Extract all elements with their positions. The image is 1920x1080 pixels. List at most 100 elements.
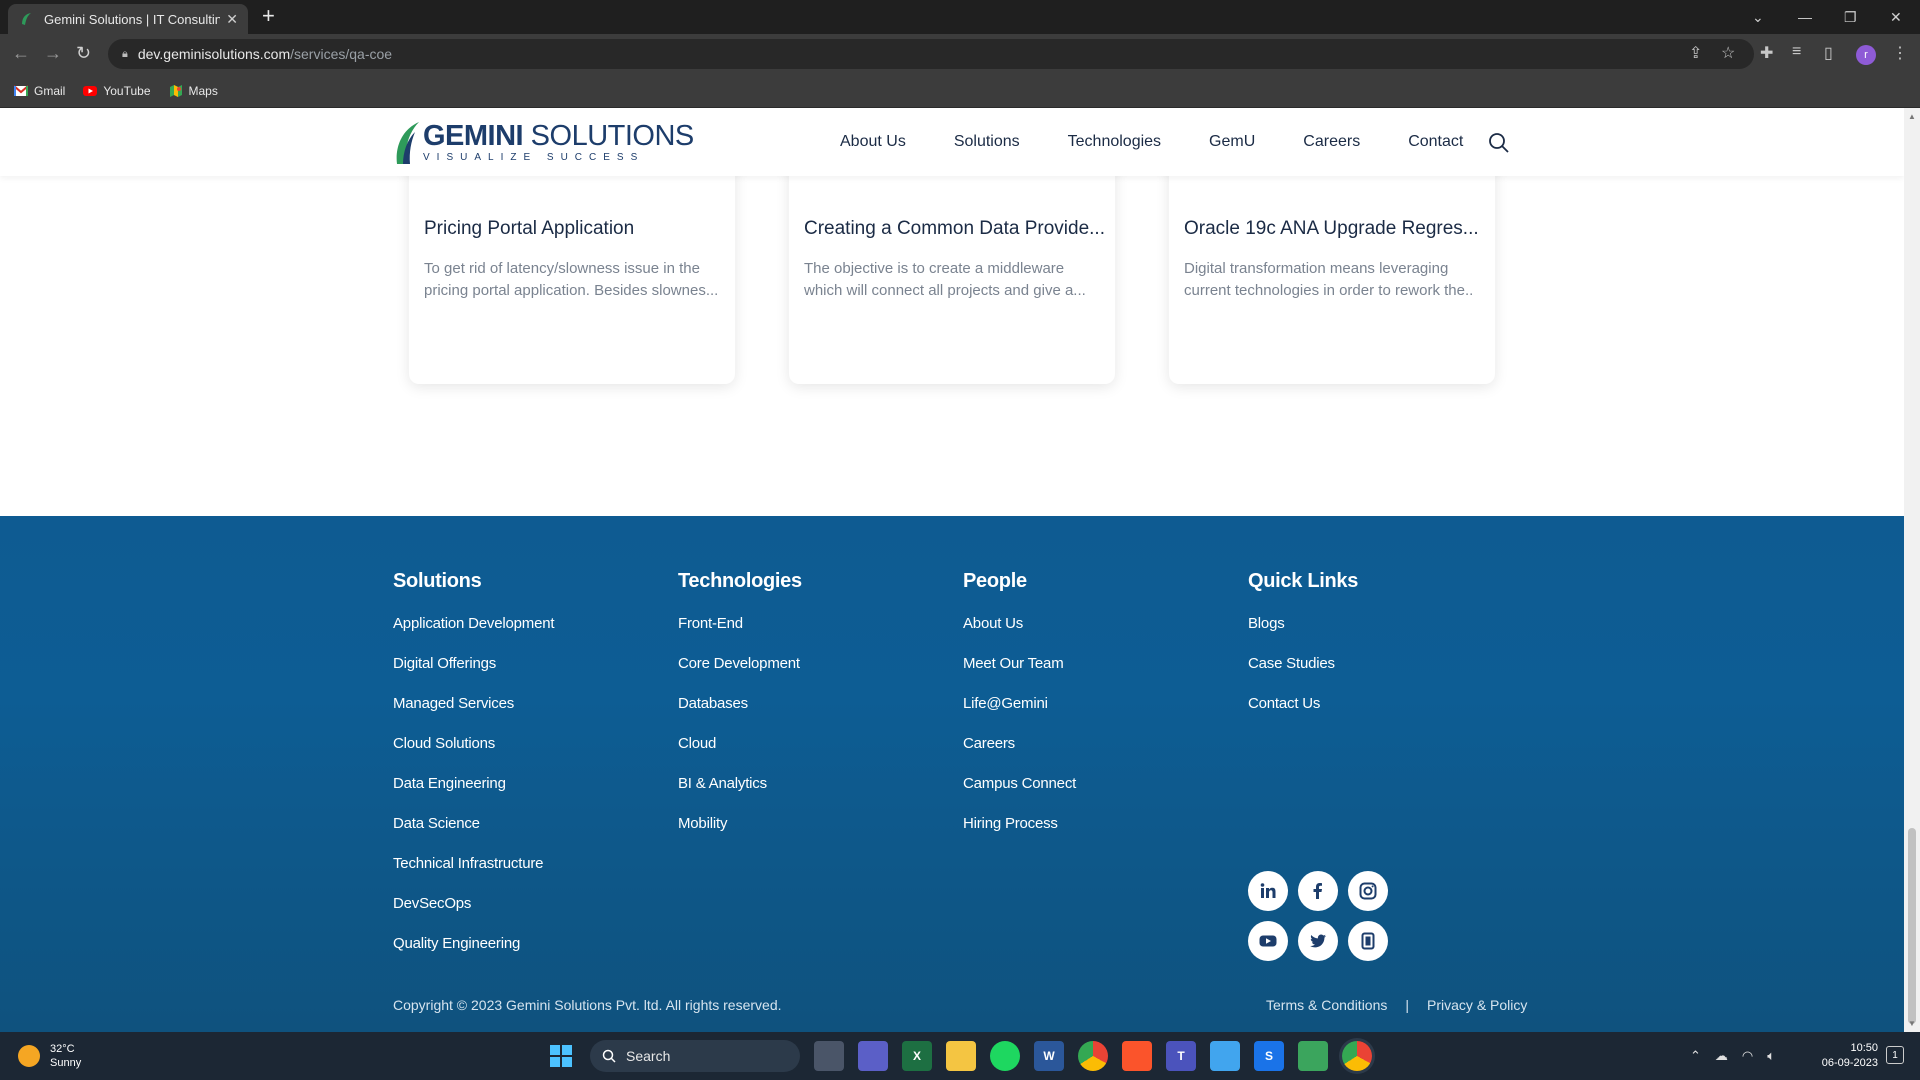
gmail-icon	[13, 84, 29, 97]
footer-link[interactable]: Digital Offerings	[393, 655, 554, 695]
extensions-icon[interactable]: ✚	[1760, 43, 1773, 63]
nav-careers[interactable]: Careers	[1303, 133, 1360, 151]
nav-solutions[interactable]: Solutions	[954, 133, 1020, 151]
minimize-icon[interactable]: —	[1798, 0, 1812, 34]
media-control-icon[interactable]: ≡	[1792, 43, 1801, 61]
nav-contact[interactable]: Contact	[1408, 133, 1463, 151]
footer-link[interactable]: Contact Us	[1248, 695, 1358, 735]
task-view-icon[interactable]	[814, 1041, 844, 1071]
nav-technologies[interactable]: Technologies	[1068, 133, 1161, 151]
youtube-icon[interactable]	[1248, 921, 1288, 961]
footer-link[interactable]: Data Engineering	[393, 775, 554, 815]
share-icon[interactable]: ⇪	[1689, 43, 1702, 63]
reload-icon[interactable]: ↻	[76, 43, 91, 64]
close-window-icon[interactable]: ✕	[1890, 0, 1902, 34]
spotify-icon[interactable]	[990, 1041, 1020, 1071]
notepad-icon[interactable]	[1210, 1041, 1240, 1071]
footer-link[interactable]: Managed Services	[393, 695, 554, 735]
footer-link[interactable]: Mobility	[678, 815, 802, 855]
footer-link[interactable]: BI & Analytics	[678, 775, 802, 815]
search-icon[interactable]	[1488, 132, 1510, 154]
taskbar-apps: Search X W T S	[546, 1040, 1372, 1072]
url-bar[interactable]: 🔒︎ dev.geminisolutions.com/services/qa-c…	[108, 39, 1754, 69]
nav-gemu[interactable]: GemU	[1209, 133, 1255, 151]
footer-link[interactable]: Cloud Solutions	[393, 735, 554, 775]
footer-link[interactable]: Case Studies	[1248, 655, 1358, 695]
tab-close-icon[interactable]: ✕	[226, 11, 238, 28]
page-scrollbar[interactable]: ▲ ▼	[1904, 108, 1920, 1032]
card-description: Digital transformation means leveraging …	[1184, 260, 1474, 299]
menu-kebab-icon[interactable]: ⋮	[1892, 43, 1908, 63]
back-icon[interactable]: ←	[12, 43, 30, 64]
restore-icon[interactable]: ❐	[1844, 0, 1857, 34]
volume-icon[interactable]: 🔈︎	[1767, 1048, 1775, 1064]
privacy-link[interactable]: Privacy & Policy	[1427, 997, 1527, 1013]
logo-tagline: VISUALIZE SUCCESS	[423, 152, 645, 163]
page-viewport: Pricing Portal Application To get rid of…	[0, 108, 1904, 1032]
footer-link[interactable]: Life@Gemini	[963, 695, 1076, 735]
onedrive-icon[interactable]: ☁	[1715, 1048, 1728, 1064]
footer-link[interactable]: Application Development	[393, 615, 555, 655]
teams-icon[interactable]: T	[1166, 1041, 1196, 1071]
footer-link[interactable]: About Us	[963, 615, 1076, 655]
bookmark-gmail[interactable]: Gmail	[13, 84, 65, 98]
word-icon[interactable]: W	[1034, 1041, 1064, 1071]
footer-link[interactable]: DevSecOps	[393, 895, 554, 935]
footer-link[interactable]: Careers	[963, 735, 1076, 775]
terms-link[interactable]: Terms & Conditions	[1266, 997, 1387, 1013]
taskbar-search[interactable]: Search	[590, 1040, 800, 1072]
footer-link[interactable]: Front-End	[678, 615, 802, 655]
footer-link[interactable]: Data Science	[393, 815, 554, 855]
browser-tab[interactable]: Gemini Solutions | IT Consulting, ✕	[8, 4, 248, 34]
windows-taskbar: 32°C Sunny Search X W T S ⌃ ☁ ◠ 🔈︎ 10:50…	[0, 1032, 1920, 1080]
notification-icon[interactable]: 1	[1886, 1046, 1904, 1064]
side-panel-icon[interactable]: ▯	[1824, 43, 1833, 63]
clock[interactable]: 10:50 06-09-2023	[1814, 1041, 1878, 1071]
wifi-icon[interactable]: ◠	[1742, 1048, 1753, 1064]
bookmark-label: YouTube	[103, 83, 151, 98]
site-logo[interactable]: GEMINI SOLUTIONS VISUALIZE SUCCESS	[393, 120, 694, 164]
scroll-down-icon[interactable]: ▼	[1908, 1019, 1916, 1028]
brave-icon[interactable]	[1122, 1041, 1152, 1071]
footer-link[interactable]: Hiring Process	[963, 815, 1076, 855]
card-title: Pricing Portal Application	[424, 218, 635, 239]
card-title: Creating a Common Data Provide...	[804, 218, 1104, 239]
file-explorer-icon[interactable]	[946, 1041, 976, 1071]
nav-about-us[interactable]: About Us	[840, 133, 906, 151]
forward-icon[interactable]: →	[44, 43, 62, 64]
chrome-icon[interactable]	[1078, 1041, 1108, 1071]
footer-col-technologies: Technologies Front-End Core Development …	[678, 570, 802, 855]
footer-link[interactable]: Cloud	[678, 735, 802, 775]
meet-icon[interactable]	[858, 1041, 888, 1071]
excel-icon[interactable]: X	[902, 1041, 932, 1071]
footer-link[interactable]: Campus Connect	[963, 775, 1076, 815]
instagram-icon[interactable]	[1348, 871, 1388, 911]
linkedin-icon[interactable]	[1248, 871, 1288, 911]
tray-chevron-up-icon[interactable]: ⌃	[1690, 1048, 1701, 1064]
footer-link[interactable]: Core Development	[678, 655, 802, 695]
profile-avatar[interactable]: r	[1856, 45, 1876, 65]
facebook-icon[interactable]	[1298, 871, 1338, 911]
bookmark-maps[interactable]: Maps	[169, 84, 218, 98]
footer-link[interactable]: Meet Our Team	[963, 655, 1076, 695]
chrome-active-icon[interactable]	[1342, 1041, 1372, 1071]
footer-heading: Solutions	[393, 570, 482, 592]
footer-link[interactable]: Blogs	[1248, 615, 1358, 655]
tab-search-icon[interactable]: ⌄	[1752, 0, 1764, 34]
lock-icon[interactable]: 🔒︎	[122, 48, 128, 61]
bookmark-star-icon[interactable]: ☆	[1721, 43, 1735, 63]
new-tab-icon[interactable]: +	[262, 3, 275, 29]
tiktok-icon[interactable]	[1348, 921, 1388, 961]
address-toolbar: ← → ↻ 🔒︎ dev.geminisolutions.com/service…	[0, 34, 1920, 74]
footer-link[interactable]: Quality Engineering	[393, 935, 554, 975]
app-s-icon[interactable]: S	[1254, 1041, 1284, 1071]
twitter-icon[interactable]	[1298, 921, 1338, 961]
scroll-up-icon[interactable]: ▲	[1908, 112, 1916, 121]
footer-link[interactable]: Technical Infrastructure	[393, 855, 554, 895]
windows-start-icon[interactable]	[546, 1041, 576, 1071]
media-player-icon[interactable]	[1298, 1041, 1328, 1071]
bookmark-youtube[interactable]: YouTube	[83, 83, 151, 98]
scrollbar-thumb[interactable]	[1908, 828, 1916, 1024]
footer-link[interactable]: Databases	[678, 695, 802, 735]
weather-widget[interactable]: 32°C Sunny	[18, 1042, 81, 1070]
